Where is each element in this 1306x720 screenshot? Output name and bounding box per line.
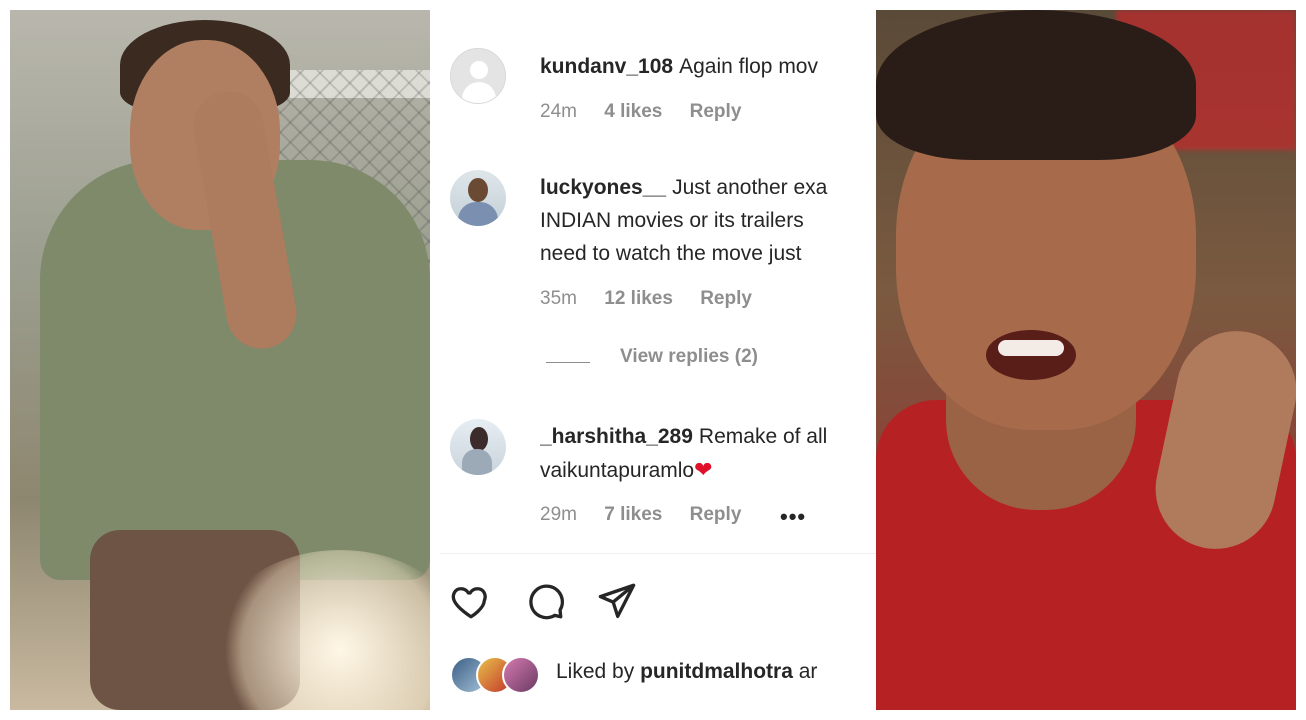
heart-icon[interactable]: [450, 580, 492, 622]
comment-likes[interactable]: 7 likes: [604, 504, 662, 525]
comment-body: Just another exa: [672, 176, 828, 199]
avatar[interactable]: [450, 48, 506, 104]
comment-likes[interactable]: 4 likes: [604, 101, 662, 122]
hair: [876, 10, 1196, 160]
comment-body: Remake of all: [698, 425, 828, 448]
comments-panel: kundanv_108 Again flop mov 24m 4 likes Re…: [430, 10, 876, 710]
avatar[interactable]: [450, 170, 506, 226]
comment-text: luckyones__ Just another exa INDIAN movie…: [540, 171, 870, 270]
avatar[interactable]: [450, 419, 506, 475]
comment-time: 24m: [540, 101, 577, 122]
divider: [440, 553, 876, 554]
comment-body: need to watch the move just: [540, 242, 802, 265]
comment-username[interactable]: _harshitha_289: [540, 425, 693, 448]
liked-by-prefix: Liked by: [556, 660, 635, 683]
comment-meta: 35m 12 likes Reply: [540, 288, 774, 310]
view-replies-label: View replies (2): [620, 346, 758, 367]
comment-body: Again flop mov: [679, 55, 818, 78]
comment-likes[interactable]: 12 likes: [604, 288, 673, 309]
liked-by-suffix: ar: [798, 660, 818, 683]
liker-avatar: [502, 656, 540, 694]
comment-bubble-icon[interactable]: [524, 580, 566, 622]
comment-body: INDIAN movies or its trailers: [540, 209, 804, 232]
view-replies-button[interactable]: View replies (2): [546, 346, 758, 368]
liked-by-row[interactable]: Liked by punitdmalhotra ar: [450, 656, 876, 696]
liked-by-username[interactable]: punitdmalhotra: [640, 660, 793, 683]
comment-time: 29m: [540, 504, 577, 525]
liked-by-text: Liked by punitdmalhotra ar: [556, 660, 817, 684]
reply-button[interactable]: Reply: [700, 288, 752, 309]
comment-body: vaikuntapuramlo: [540, 459, 695, 482]
comment-username[interactable]: kundanv_108: [540, 55, 673, 78]
left-photo: [10, 10, 430, 710]
comment-meta: 24m 4 likes Reply: [540, 101, 763, 123]
reply-button[interactable]: Reply: [690, 504, 742, 525]
red-heart-emoji: ❤: [694, 457, 713, 482]
comment-username[interactable]: luckyones__: [540, 176, 666, 199]
more-options-icon[interactable]: •••: [780, 504, 806, 530]
comment-text: kundanv_108 Again flop mov: [540, 50, 870, 83]
comment-time: 35m: [540, 288, 577, 309]
comment-text: _harshitha_289 Remake of all vaikuntapura…: [540, 420, 870, 487]
paper-plane-icon[interactable]: [596, 580, 638, 622]
comment-meta: 29m 7 likes Reply: [540, 504, 763, 526]
right-photo: [876, 10, 1296, 710]
reply-button[interactable]: Reply: [690, 101, 742, 122]
teeth: [998, 340, 1064, 356]
